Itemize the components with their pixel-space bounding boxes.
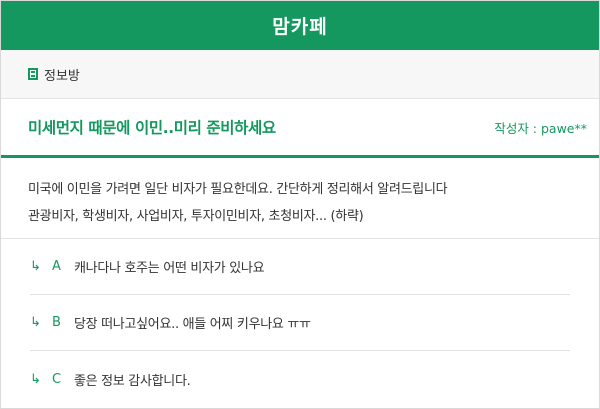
post-title: 미세먼지 때문에 이민..미리 준비하세요	[28, 119, 276, 137]
comment-author-label: B	[52, 315, 61, 330]
comment-item[interactable]: ↳ B 당장 떠나고싶어요.. 애들 어찌 키우나요 ㅠㅠ	[30, 295, 570, 351]
post-author[interactable]: 작성자 : pawe**	[494, 118, 587, 137]
comment-text: 좋은 정보 감사합니다.	[74, 373, 191, 389]
comment-item[interactable]: ↳ A 캐나다나 호주는 어떤 비자가 있나요	[30, 239, 570, 295]
comment-text: 당장 떠나고싶어요.. 애들 어찌 키우나요 ㅠㅠ	[74, 317, 311, 332]
comment-text: 캐나다나 호주는 어떤 비자가 있나요	[74, 261, 265, 276]
comment-item[interactable]: ↳ C 좋은 정보 감사합니다.	[30, 351, 570, 407]
board-name[interactable]: 정보방	[44, 65, 80, 84]
reply-arrow-icon: ↳	[30, 315, 41, 330]
comment-list: ↳ A 캐나다나 호주는 어떤 비자가 있나요 ↳ B 당장 떠나고싶어요.. …	[1, 239, 599, 407]
reply-arrow-icon: ↳	[30, 259, 41, 274]
comment-author-label: A	[52, 259, 61, 274]
post-body: 미국에 이민을 가려면 일단 비자가 필요한데요. 간단하게 정리해서 알려드립…	[1, 158, 599, 239]
cafe-post-window: 맘카페 정보방 미세먼지 때문에 이민..미리 준비하세요 작성자 : pawe…	[0, 0, 600, 409]
post-body-line: 미국에 이민을 가려면 일단 비자가 필요한데요. 간단하게 정리해서 알려드립…	[28, 182, 448, 197]
board-list-icon	[28, 68, 38, 80]
comment-author-label: C	[52, 371, 62, 387]
app-title: 맘카페	[272, 16, 328, 38]
reply-arrow-icon: ↳	[30, 371, 41, 387]
board-breadcrumb[interactable]: 정보방	[1, 50, 599, 99]
app-header: 맘카페	[1, 1, 599, 50]
post-title-row: 미세먼지 때문에 이민..미리 준비하세요 작성자 : pawe**	[1, 99, 599, 158]
post-body-line: 관광비자, 학생비자, 사업비자, 투자이민비자, 초청비자... (하략)	[28, 209, 364, 224]
